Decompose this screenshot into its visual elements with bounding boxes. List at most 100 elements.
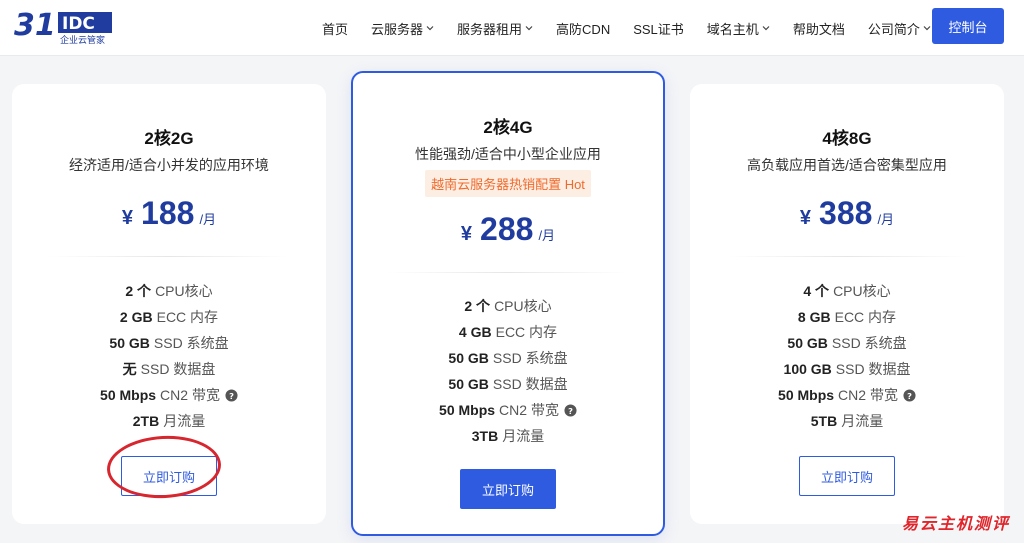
- chevron-down-icon: [923, 26, 931, 31]
- spec-value: 50 GB: [448, 376, 489, 392]
- spec-system-disk: 50 GB SSD 系统盘: [690, 330, 1004, 356]
- main-nav: 首页 云服务器 服务器租用 高防CDN SSL证书 域名主机 帮助文档 公司简介: [322, 0, 954, 56]
- price: ¥ 388 /月: [690, 195, 1004, 232]
- spec-label: ECC 内存: [834, 309, 897, 325]
- spec-label: CPU核心: [833, 283, 891, 299]
- spec-value: 50 Mbps: [100, 387, 157, 403]
- plan-subtitle: 经济适用/适合小并发的应用环境: [69, 157, 269, 173]
- currency-symbol: ¥: [121, 207, 134, 229]
- spec-list: 2 个 CPU核心 4 GB ECC 内存 50 GB SSD 系统盘 50 GB SS…: [353, 293, 663, 449]
- spec-label: SSD 数据盘: [140, 361, 216, 377]
- question-circle-icon[interactable]: ?: [903, 388, 916, 402]
- plan-title: 2核2G: [144, 129, 194, 148]
- spec-label: CN2 带宽: [499, 402, 559, 418]
- spec-value: 5TB: [810, 413, 838, 429]
- spec-label: 月流量: [163, 413, 206, 429]
- spec-list: 2 个 CPU核心 2 GB ECC 内存 50 GB SSD 系统盘 无 SSD 数据…: [12, 278, 326, 434]
- spec-value: 100 GB: [783, 361, 832, 377]
- plan-card-2c4g: 2核4G 性能强劲/适合中小型企业应用 越南云服务器热销配置 Hot ¥ 288…: [351, 71, 665, 536]
- spec-bandwidth: 50 Mbps CN2 带宽 ?: [353, 397, 663, 423]
- spec-label: CN2 带宽: [838, 387, 898, 403]
- nav-cloud-server[interactable]: 云服务器: [371, 19, 434, 38]
- chevron-down-icon: [525, 26, 533, 31]
- divider: [727, 256, 967, 257]
- spec-value: 2 个: [125, 283, 152, 299]
- currency-symbol: ¥: [460, 223, 473, 245]
- spec-label: ECC 内存: [495, 324, 558, 340]
- price: ¥ 288 /月: [353, 211, 663, 248]
- spec-value: 50 GB: [448, 350, 489, 366]
- spec-value: 2TB: [132, 413, 160, 429]
- nav-cloud-server-label: 云服务器: [371, 21, 424, 37]
- spec-label: 月流量: [502, 428, 545, 444]
- question-circle-icon[interactable]: ?: [225, 388, 238, 402]
- plan-subtitle: 高负载应用首选/适合密集型应用: [747, 157, 947, 173]
- spec-memory: 8 GB ECC 内存: [690, 304, 1004, 330]
- order-button[interactable]: 立即订购: [799, 456, 895, 496]
- nav-ssl[interactable]: SSL证书: [633, 19, 684, 38]
- price-amount: 288: [480, 211, 534, 247]
- divider: [388, 272, 628, 273]
- nav-server-rental-label: 服务器租用: [457, 21, 523, 37]
- spec-traffic: 3TB 月流量: [353, 423, 663, 449]
- spec-cpu: 2 个 CPU核心: [12, 278, 326, 304]
- nav-help-docs-label: 帮助文档: [792, 21, 845, 37]
- svg-text:31: 31: [14, 9, 56, 43]
- spec-label: CPU核心: [494, 298, 552, 314]
- svg-text:?: ?: [568, 405, 573, 415]
- plan-card-4c8g: 4核8G 高负载应用首选/适合密集型应用 ¥ 388 /月 4 个 CPU核心 8…: [690, 84, 1004, 524]
- spec-bandwidth: 50 Mbps CN2 带宽 ?: [12, 382, 326, 408]
- price-unit: /月: [199, 212, 217, 227]
- nav-home[interactable]: 首页: [322, 19, 348, 38]
- spec-value: 无: [122, 361, 137, 377]
- spec-value: 50 Mbps: [778, 387, 835, 403]
- nav-help-docs[interactable]: 帮助文档: [793, 19, 845, 38]
- spec-value: 8 GB: [797, 309, 831, 325]
- spec-label: 月流量: [841, 413, 884, 429]
- hot-badge: 越南云服务器热销配置 Hot: [425, 170, 591, 197]
- spec-label: SSD 系统盘: [153, 335, 229, 351]
- spec-memory: 2 GB ECC 内存: [12, 304, 326, 330]
- spec-data-disk: 无 SSD 数据盘: [12, 356, 326, 382]
- chevron-down-icon: [426, 26, 434, 31]
- order-button[interactable]: 立即订购: [460, 469, 556, 509]
- spec-cpu: 2 个 CPU核心: [353, 293, 663, 319]
- price-unit: /月: [877, 212, 895, 227]
- question-circle-icon[interactable]: ?: [564, 403, 577, 417]
- plan-subtitle: 性能强劲/适合中小型企业应用: [415, 146, 601, 162]
- nav-about[interactable]: 公司简介: [868, 19, 931, 38]
- spec-traffic: 2TB 月流量: [12, 408, 326, 434]
- nav-ssl-label: SSL证书: [633, 21, 684, 37]
- spec-value: 4 个: [803, 283, 830, 299]
- spec-value: 2 GB: [119, 309, 153, 325]
- watermark: 易云主机测评: [901, 514, 1010, 533]
- spec-cpu: 4 个 CPU核心: [690, 278, 1004, 304]
- spec-label: SSD 系统盘: [492, 350, 568, 366]
- console-button[interactable]: 控制台: [932, 8, 1004, 44]
- 31idc-logo[interactable]: 31 IDC 企业云管家: [14, 9, 114, 45]
- nav-server-rental[interactable]: 服务器租用: [457, 19, 533, 38]
- spec-memory: 4 GB ECC 内存: [353, 319, 663, 345]
- svg-text:?: ?: [229, 390, 234, 400]
- nav-cdn[interactable]: 高防CDN: [556, 19, 610, 38]
- plan-title: 2核4G: [483, 118, 533, 137]
- nav-home-label: 首页: [322, 21, 349, 37]
- site-header: 31 IDC 企业云管家 首页 云服务器 服务器租用 高防CDN SSL证书 域…: [0, 0, 1024, 56]
- spec-label: CN2 带宽: [160, 387, 220, 403]
- spec-traffic: 5TB 月流量: [690, 408, 1004, 434]
- nav-domain-host-label: 域名主机: [706, 21, 759, 37]
- spec-list: 4 个 CPU核心 8 GB ECC 内存 50 GB SSD 系统盘 100 GB S…: [690, 278, 1004, 434]
- price: ¥ 188 /月: [12, 195, 326, 232]
- spec-label: SSD 数据盘: [835, 361, 911, 377]
- spec-bandwidth: 50 Mbps CN2 带宽 ?: [690, 382, 1004, 408]
- divider: [49, 256, 289, 257]
- spec-system-disk: 50 GB SSD 系统盘: [12, 330, 326, 356]
- price-unit: /月: [538, 228, 556, 243]
- spec-value: 50 Mbps: [439, 402, 496, 418]
- svg-text:企业云管家: 企业云管家: [60, 34, 105, 45]
- spec-value: 3TB: [471, 428, 499, 444]
- currency-symbol: ¥: [799, 207, 812, 229]
- svg-text:?: ?: [907, 390, 912, 400]
- nav-domain-host[interactable]: 域名主机: [707, 19, 770, 38]
- spec-data-disk: 50 GB SSD 数据盘: [353, 371, 663, 397]
